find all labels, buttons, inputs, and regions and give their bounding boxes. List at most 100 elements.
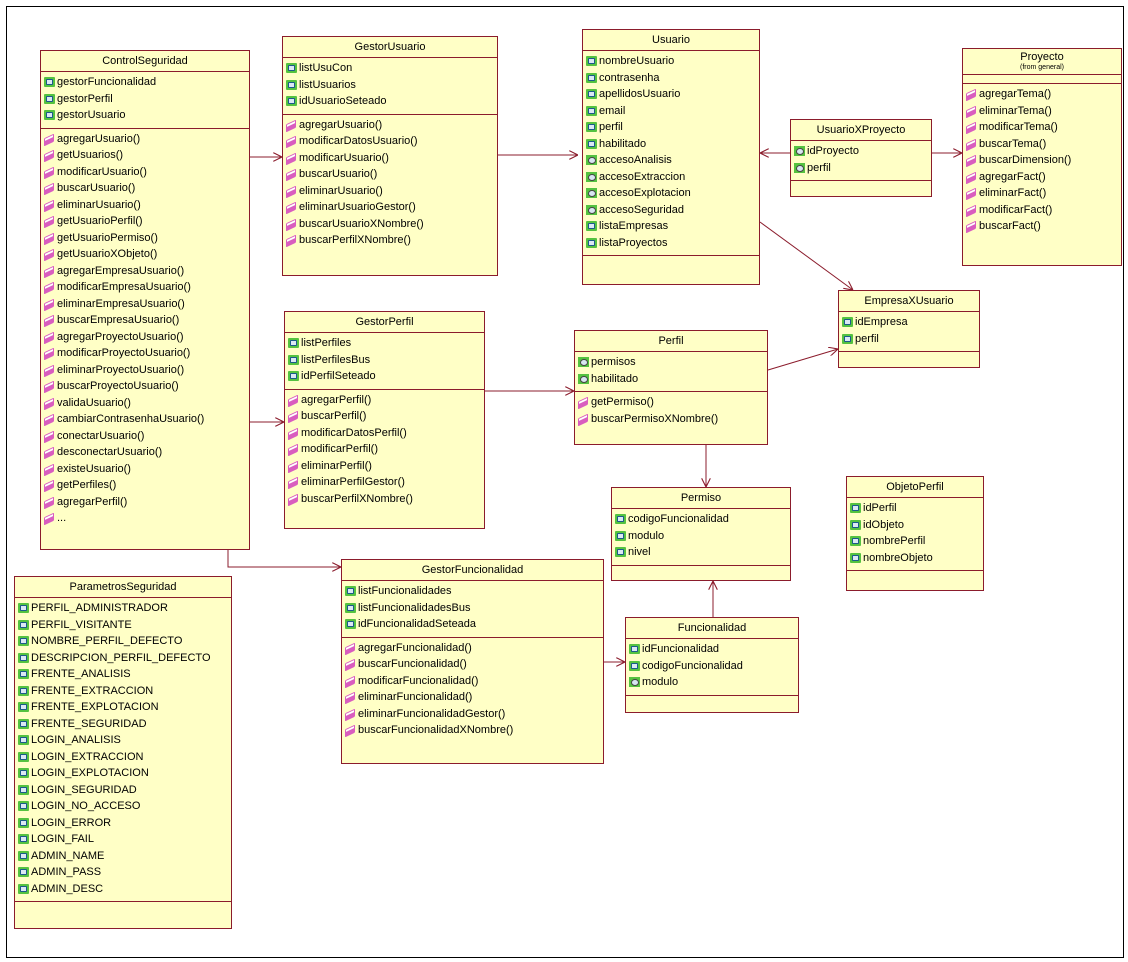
operation-icon <box>286 135 296 149</box>
operation-label: eliminarUsuario() <box>299 184 383 197</box>
attribute-icon <box>586 221 597 231</box>
attribute-row: FRENTE_SEGURIDAD <box>17 716 231 733</box>
operation-label: eliminarFact() <box>979 187 1047 199</box>
operation-label: agregarEmpresaUsuario() <box>57 264 185 277</box>
operation-label: getUsuarioXObjeto() <box>57 248 158 260</box>
operation-icon <box>286 185 296 198</box>
attribute-label: perfil <box>807 161 831 174</box>
attribute-icon <box>44 110 55 120</box>
operation-icon <box>345 691 355 705</box>
attribute-row: nivel <box>614 544 790 561</box>
operation-icon <box>44 479 54 493</box>
class-usuario-x-proyecto: UsuarioXProyecto idProyecto perfil <box>790 119 932 197</box>
class-name-label: ParametrosSeguridad <box>69 581 177 593</box>
attribute-row: idProyecto <box>793 143 931 160</box>
operation-row: getPermiso() <box>577 394 767 411</box>
operation-row: getUsuarioPermiso() <box>43 230 249 247</box>
attribute-label: nombreObjeto <box>863 551 933 564</box>
attribute-icon <box>18 850 29 861</box>
operation-label: eliminarUsuarioGestor() <box>299 201 416 213</box>
attribute-row: permisos <box>577 354 767 371</box>
key-attribute-icon <box>578 357 589 367</box>
operation-icon <box>44 413 54 427</box>
operation-row: cambiarContrasenhaUsuario() <box>43 411 249 428</box>
attribute-icon <box>586 56 597 66</box>
operation-label: buscarFuncionalidad() <box>358 658 467 670</box>
operation-row: agregarFuncionalidad() <box>344 640 603 657</box>
attribute-label: FRENTE_EXTRACCION <box>31 684 154 697</box>
operation-compartment <box>612 566 790 572</box>
attribute-label: listFuncionalidadesBus <box>358 601 471 614</box>
attribute-label: habilitado <box>599 137 647 150</box>
operation-row: buscarPerfilXNombre() <box>285 232 497 249</box>
operation-row: eliminarPerfilGestor() <box>287 474 484 491</box>
attribute-label: DESCRIPCION_PERFIL_DEFECTO <box>31 651 211 664</box>
operation-row: buscarPerfil() <box>287 408 484 425</box>
operation-row: agregarUsuario() <box>43 131 249 148</box>
attribute-row: ADMIN_PASS <box>17 864 231 881</box>
attribute-row: listaProyectos <box>585 235 759 252</box>
attribute-row: habilitado <box>585 136 759 153</box>
operation-row: eliminarUsuario() <box>285 183 497 200</box>
attribute-icon <box>850 536 861 546</box>
attribute-row: idUsuarioSeteado <box>285 93 497 110</box>
attribute-icon <box>586 105 597 116</box>
operation-label: buscarEmpresaUsuario() <box>57 314 180 326</box>
attribute-compartment: permisos habilitado <box>575 352 767 392</box>
operation-label: buscarTema() <box>979 137 1047 150</box>
operation-row: getUsuarioPerfil() <box>43 213 249 230</box>
attribute-icon <box>18 867 29 877</box>
attribute-label: accesoAnalisis <box>599 154 672 166</box>
attribute-icon <box>18 883 29 894</box>
operation-label: agregarPerfil() <box>301 393 372 406</box>
attribute-row: perfil <box>585 119 759 136</box>
operation-label: getUsuarioPermiso() <box>57 231 158 244</box>
class-name: UsuarioXProyecto <box>791 120 931 141</box>
attribute-row: gestorPerfil <box>43 91 249 108</box>
operation-icon <box>288 427 298 440</box>
operation-label: eliminarTema() <box>979 104 1052 117</box>
operation-compartment: agregarPerfil() buscarPerfil() modificarDa… <box>285 390 484 512</box>
operation-row: modificarTema() <box>965 119 1121 136</box>
attribute-label: idUsuarioSeteado <box>299 95 387 107</box>
attribute-label: PERFIL_ADMINISTRADOR <box>31 602 168 614</box>
attribute-icon <box>629 660 640 671</box>
link-usuario-to-empresaxusuario <box>759 221 853 290</box>
class-name-label: GestorFuncionalidad <box>421 564 524 576</box>
attribute-row: LOGIN_ERROR <box>17 815 231 832</box>
operation-icon <box>44 331 54 344</box>
operation-row: modificarFact() <box>965 202 1121 219</box>
attribute-row: LOGIN_SEGURIDAD <box>17 782 231 799</box>
attribute-icon <box>286 63 297 73</box>
operation-label: getPermiso() <box>591 396 654 408</box>
operation-icon <box>578 396 588 410</box>
attribute-icon <box>18 834 29 844</box>
attribute-label: FRENTE_ANALISIS <box>31 668 131 680</box>
class-name-label: Funcionalidad <box>677 622 747 634</box>
attribute-label: codigoFuncionalidad <box>642 659 743 672</box>
operation-icon <box>286 152 296 165</box>
attribute-label: LOGIN_ERROR <box>31 816 112 829</box>
attribute-compartment: listFuncionalidades listFuncionalidadesBu… <box>342 581 603 638</box>
class-control-seguridad: ControlSeguridad gestorFuncionalidad gesto… <box>40 50 250 550</box>
class-name: ParametrosSeguridad <box>15 577 231 598</box>
operation-icon <box>966 154 976 168</box>
attribute-row: contrasenha <box>585 70 759 87</box>
operation-icon <box>345 642 355 655</box>
operation-label: getUsuarios() <box>57 149 124 161</box>
operation-icon <box>345 658 355 672</box>
operation-row: getUsuarioXObjeto() <box>43 246 249 263</box>
operation-label: eliminarUsuario() <box>57 198 141 211</box>
attribute-label: ADMIN_PASS <box>31 866 102 878</box>
class-name-label: Perfil <box>658 335 684 347</box>
operation-label: buscarUsuarioXNombre() <box>299 217 424 230</box>
operation-row: modificarPerfil() <box>287 441 484 458</box>
attribute-label: ADMIN_DESC <box>31 882 104 895</box>
class-name: GestorUsuario <box>283 37 497 58</box>
attribute-row: codigoFuncionalidad <box>628 658 798 675</box>
attribute-row: perfil <box>841 331 979 348</box>
attribute-row: email <box>585 103 759 120</box>
attribute-compartment: idPerfil idObjeto nombrePerfil nombreObjeto <box>847 498 983 571</box>
operation-row: buscarEmpresaUsuario() <box>43 312 249 329</box>
operation-label: modificarProyectoUsuario() <box>57 347 191 359</box>
